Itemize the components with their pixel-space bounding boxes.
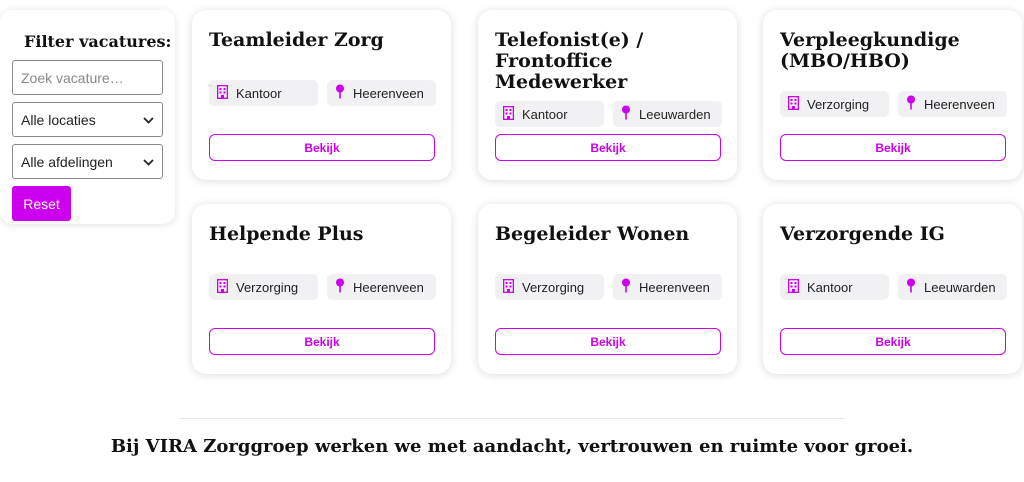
view-button[interactable]: Bekijk — [495, 134, 721, 161]
department-tag: Kantoor — [495, 101, 604, 127]
job-card: Verpleegkundige (MBO/HBO) Verzorging Heere… — [763, 10, 1022, 180]
location-tag: Heerenveen — [327, 80, 436, 106]
location-label: Heerenveen — [924, 96, 995, 112]
tagline: Bij VIRA Zorggroep werken we met aandach… — [110, 436, 914, 457]
location-label: Heerenveen — [353, 279, 424, 295]
job-tags: Verzorging Heerenveen — [780, 91, 1007, 117]
building-icon — [787, 278, 800, 296]
job-title: Telefonist(e) / Frontoffice Medewerker — [495, 29, 644, 93]
department-select[interactable]: Alle afdelingen — [12, 144, 163, 179]
building-icon — [216, 278, 229, 296]
location-tag: Heerenveen — [327, 274, 436, 300]
job-tags: Kantoor Heerenveen — [209, 80, 436, 106]
department-label: Kantoor — [522, 106, 568, 122]
map-pin-icon — [335, 84, 345, 102]
department-tag: Kantoor — [780, 274, 889, 300]
department-label: Kantoor — [807, 279, 853, 295]
view-button[interactable]: Bekijk — [780, 328, 1006, 355]
location-label: Leeuwarden — [924, 279, 996, 295]
map-pin-icon — [906, 95, 916, 113]
job-title: Teamleider Zorg — [209, 29, 384, 51]
view-button[interactable]: Bekijk — [209, 328, 435, 355]
department-label: Kantoor — [236, 85, 282, 101]
department-select-value: Alle afdelingen — [21, 153, 113, 170]
location-label: Leeuwarden — [639, 106, 711, 122]
divider — [180, 418, 845, 419]
view-button[interactable]: Bekijk — [209, 134, 435, 161]
search-input[interactable]: Zoek vacature… — [12, 60, 163, 95]
job-title: Helpende Plus — [209, 223, 364, 245]
location-label: Heerenveen — [353, 85, 424, 101]
job-tags: Kantoor Leeuwarden — [780, 274, 1007, 300]
location-tag: Leeuwarden — [613, 101, 722, 127]
map-pin-icon — [906, 278, 916, 296]
filter-title: Filter vacatures: — [24, 32, 172, 51]
location-tag: Leeuwarden — [898, 274, 1007, 300]
department-label: Verzorging — [807, 96, 870, 112]
department-label: Verzorging — [522, 279, 585, 295]
job-title: Verzorgende IG — [780, 223, 945, 245]
view-button[interactable]: Bekijk — [495, 328, 721, 355]
department-tag: Verzorging — [495, 274, 604, 300]
map-pin-icon — [335, 278, 345, 296]
job-title: Begeleider Wonen — [495, 223, 690, 245]
building-icon — [502, 278, 515, 296]
location-tag: Heerenveen — [613, 274, 722, 300]
filter-panel: Filter vacatures: Zoek vacature… Alle lo… — [0, 10, 175, 224]
chevron-down-icon — [143, 155, 154, 169]
view-button[interactable]: Bekijk — [780, 134, 1006, 161]
location-label: Heerenveen — [639, 279, 710, 295]
building-icon — [787, 95, 800, 113]
job-card: Helpende Plus Verzorging Heerenveen Bekijk — [192, 204, 451, 374]
job-card: Telefonist(e) / Frontoffice Medewerker Ka… — [478, 10, 737, 180]
building-icon — [216, 84, 229, 102]
chevron-down-icon — [143, 113, 154, 127]
location-select-value: Alle locaties — [21, 111, 96, 128]
department-label: Verzorging — [236, 279, 299, 295]
department-tag: Kantoor — [209, 80, 318, 106]
department-tag: Verzorging — [209, 274, 318, 300]
map-pin-icon — [621, 105, 631, 123]
job-tags: Verzorging Heerenveen — [495, 274, 722, 300]
location-select[interactable]: Alle locaties — [12, 102, 163, 137]
reset-button[interactable]: Reset — [12, 186, 71, 221]
job-card: Begeleider Wonen Verzorging Heerenveen Beki… — [478, 204, 737, 374]
job-tags: Kantoor Leeuwarden — [495, 101, 722, 127]
location-tag: Heerenveen — [898, 91, 1007, 117]
job-card: Teamleider Zorg Kantoor Heerenveen Bekijk — [192, 10, 451, 180]
building-icon — [502, 105, 515, 123]
map-pin-icon — [621, 278, 631, 296]
job-card: Verzorgende IG Kantoor Leeuwarden Bekijk — [763, 204, 1022, 374]
department-tag: Verzorging — [780, 91, 889, 117]
job-title: Verpleegkundige (MBO/HBO) — [780, 29, 960, 72]
job-tags: Verzorging Heerenveen — [209, 274, 436, 300]
